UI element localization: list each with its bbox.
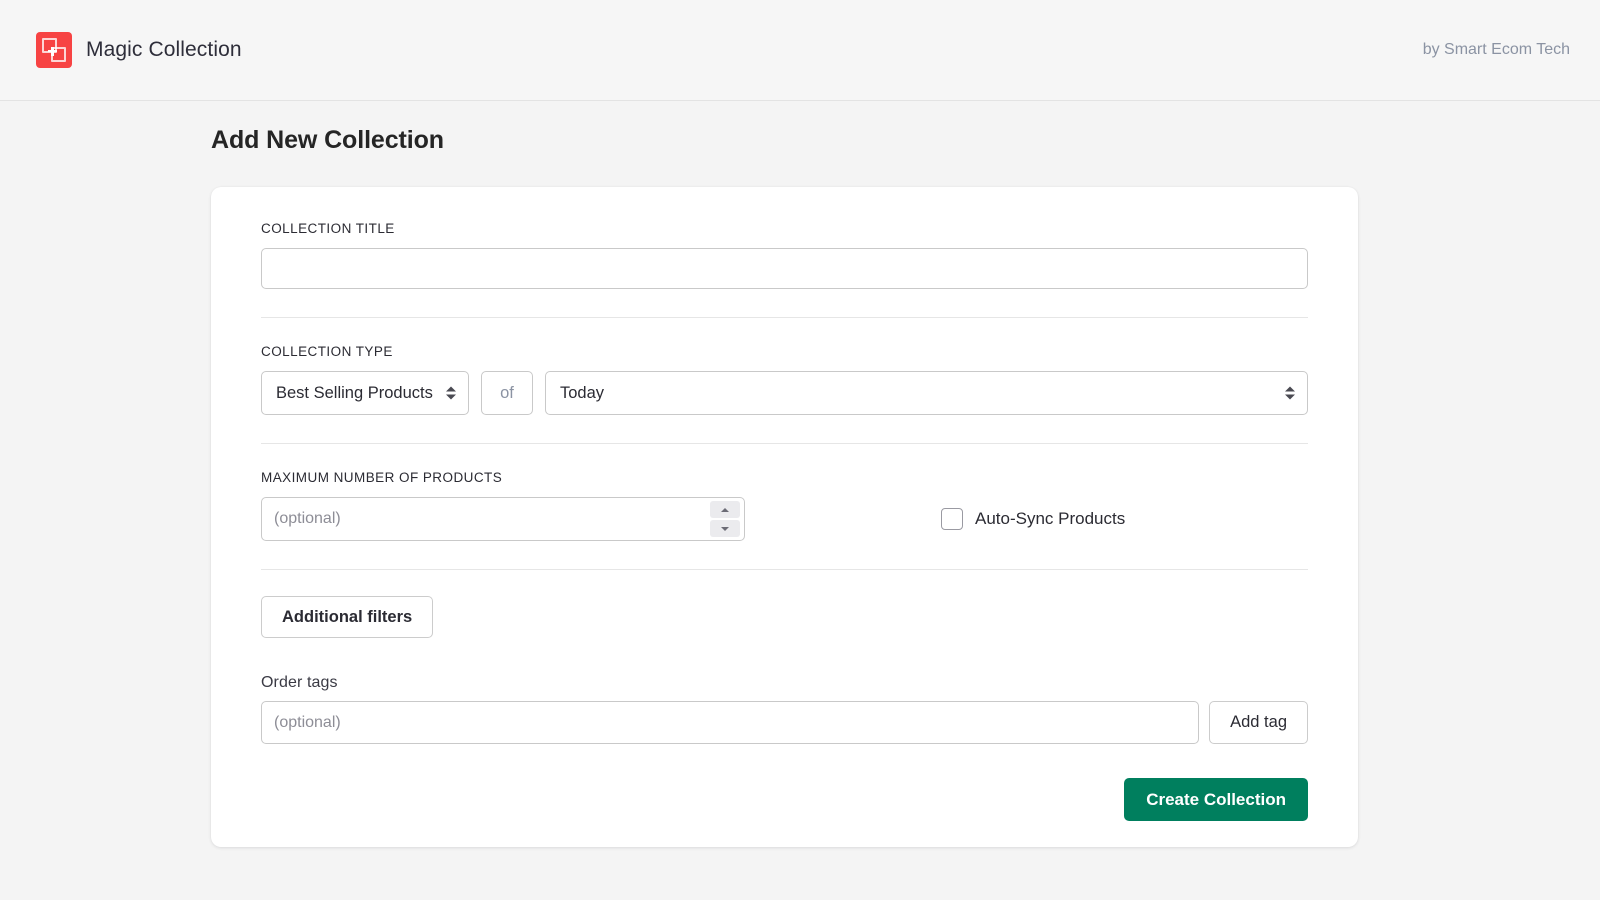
order-tags-input[interactable] — [261, 701, 1199, 744]
additional-filters-section: Additional filters — [237, 596, 1332, 638]
max-products-label: MAXIMUM NUMBER OF PRODUCTS — [261, 470, 1308, 485]
divider-1-wrap — [237, 317, 1332, 318]
add-collection-card: COLLECTION TITLE COLLECTION TYPE Best Se… — [211, 187, 1358, 847]
divider — [261, 443, 1308, 444]
brand: Magic Collection — [36, 32, 242, 68]
collection-type-select-value: Best Selling Products — [276, 384, 433, 403]
conjunction-of-text: of — [500, 384, 514, 403]
max-products-section: MAXIMUM NUMBER OF PRODUCTS A — [237, 470, 1332, 541]
collection-range-select[interactable]: Today — [545, 371, 1308, 415]
order-tags-row: Add tag — [261, 701, 1308, 744]
caret-up-icon[interactable] — [710, 501, 740, 518]
card-footer: Create Collection — [237, 778, 1332, 821]
page-body: Add New Collection COLLECTION TITLE COLL… — [0, 126, 1600, 847]
collection-range-select-value: Today — [560, 384, 604, 403]
auto-sync-row: Auto-Sync Products — [941, 508, 1125, 530]
brand-title: Magic Collection — [86, 38, 242, 62]
app-header: Magic Collection by Smart Ecom Tech — [0, 0, 1600, 101]
create-collection-button[interactable]: Create Collection — [1124, 778, 1308, 821]
chevron-up-down-icon — [446, 387, 456, 400]
collection-title-label: COLLECTION TITLE — [261, 221, 1308, 236]
collection-title-section: COLLECTION TITLE — [237, 221, 1332, 289]
auto-sync-label: Auto-Sync Products — [975, 509, 1125, 529]
collection-type-select[interactable]: Best Selling Products — [261, 371, 469, 415]
add-tag-button[interactable]: Add tag — [1209, 701, 1308, 744]
divider-2-wrap — [237, 443, 1332, 444]
additional-filters-button[interactable]: Additional filters — [261, 596, 433, 638]
chevron-up-down-icon — [1285, 387, 1295, 400]
collection-type-label: COLLECTION TYPE — [261, 344, 1308, 359]
byline: by Smart Ecom Tech — [1423, 41, 1570, 59]
order-tags-label: Order tags — [261, 674, 1308, 692]
divider — [261, 317, 1308, 318]
caret-down-icon[interactable] — [710, 520, 740, 537]
divider — [261, 569, 1308, 570]
collection-title-input[interactable] — [261, 248, 1308, 289]
magic-collection-logo-icon — [36, 32, 72, 68]
divider-3-wrap — [237, 569, 1332, 570]
page-title: Add New Collection — [211, 126, 1600, 155]
footer-row: Create Collection — [261, 778, 1308, 821]
auto-sync-checkbox[interactable] — [941, 508, 963, 530]
max-products-field — [261, 497, 745, 541]
max-products-input[interactable] — [261, 497, 745, 541]
collection-type-section: COLLECTION TYPE Best Selling Products of… — [237, 344, 1332, 415]
collection-type-row: Best Selling Products of Today — [261, 371, 1308, 415]
conjunction-of-label: of — [481, 371, 533, 415]
order-tags-section: Order tags Add tag — [237, 674, 1332, 744]
max-products-row: Auto-Sync Products — [261, 497, 1308, 541]
max-products-stepper — [710, 501, 740, 537]
